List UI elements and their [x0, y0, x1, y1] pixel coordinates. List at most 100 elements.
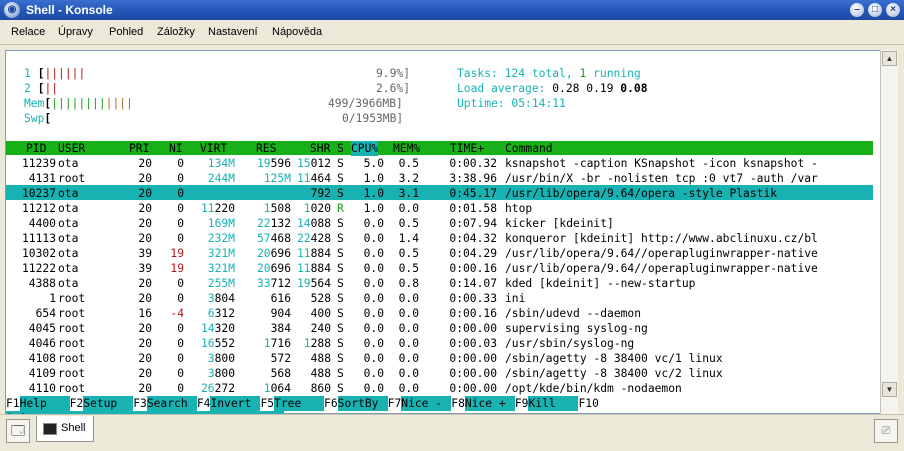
cell-cpu: 5.0 — [363, 157, 384, 170]
cell-cmd: konqueror [kdeinit] http://www.abclinuxu… — [505, 232, 818, 245]
close-tab-icon[interactable]: ⎚ — [874, 419, 898, 443]
cell-virt: 321M — [207, 262, 235, 275]
close-icon[interactable]: × — [886, 3, 900, 17]
cell-time: 0:00.00 — [449, 352, 497, 365]
cell-mem: 0.0 — [398, 322, 419, 335]
cell-shr: 15012 — [296, 157, 331, 170]
title-bar[interactable]: ◉ Shell - Konsole – □ × — [0, 0, 904, 20]
fkey-label-f8[interactable]: Nice + — [464, 396, 515, 411]
fkey-label-f1[interactable]: Help — [19, 396, 70, 411]
col-ni: NI — [169, 142, 183, 155]
cell-pid: 4400 — [28, 217, 56, 230]
process-row[interactable]: 11212 ota 20 0 11220 1508 1020 R 1.0 0.0 0:01.58 ht… — [8, 201, 874, 216]
cell-time: 3:38.96 — [449, 172, 497, 185]
cell-time: 0:00.16 — [449, 307, 497, 320]
process-row[interactable]: 10237 ota 20 0 343M 123M 18792 S 1.0 3.1 0:45.17/u… — [8, 186, 874, 201]
cell-shr: 1288 — [303, 337, 331, 350]
fkey-label-f5[interactable]: Tree — [274, 396, 325, 411]
cell-ni: 0 — [177, 352, 184, 365]
process-row[interactable]: 4110 root 20 0 26272 1064 860 S 0.0 0.0 0:00.00/op… — [8, 381, 874, 396]
process-row[interactable]: 4388 ota 20 0 255M 33712 19564 S 0.0 0.8 0:14.07 kd… — [8, 276, 874, 291]
cell-ni: 0 — [177, 217, 184, 230]
cell-pid: 11239 — [21, 157, 56, 170]
maximize-icon[interactable]: □ — [868, 3, 882, 17]
cell-cpu: 0.0 — [363, 262, 384, 275]
cell-pid: 4046 — [28, 337, 56, 350]
fkey-label-f6[interactable]: SortBy — [337, 396, 388, 411]
cell-res: 20696 — [256, 247, 291, 260]
fkey-f3[interactable]: F3 — [133, 397, 147, 410]
cell-virt: 343M — [207, 187, 235, 200]
cell-pri: 20 — [138, 382, 152, 395]
fkey-label-f3[interactable]: Search — [146, 396, 197, 411]
cell-user: ota — [58, 247, 79, 260]
menu-napoveda[interactable]: Nápověda — [272, 26, 322, 38]
fkey-label-f7[interactable]: Nice - — [401, 396, 452, 411]
cell-shr: 14088 — [296, 217, 331, 230]
process-row[interactable]: 4109 root 20 0 3800 568 488 S 0.0 0.0 0:00.00/sbin… — [8, 366, 874, 381]
cell-ni: 0 — [177, 337, 184, 350]
fkey-f10[interactable]: F10 — [578, 397, 598, 410]
process-row[interactable]: 4400 ota 20 0 169M 22132 14088 S 0.0 0.5 0:07.94 ki… — [8, 216, 874, 231]
cell-virt: 3800 — [207, 352, 235, 365]
tab-shell[interactable]: Shell — [36, 416, 94, 442]
cell-shr: 400 — [310, 307, 331, 320]
process-row[interactable]: 654 root 16 -4 6312 904 400 S 0.0 0.0 0:00.16/sbin… — [8, 306, 874, 321]
cell-user: root — [58, 307, 86, 320]
fkey-f9[interactable]: F9 — [515, 397, 529, 410]
cell-shr: 240 — [310, 322, 331, 335]
cell-user: root — [58, 292, 86, 305]
cell-cmd: ksnapshot -caption KSnapshot -icon ksnap… — [505, 157, 818, 170]
fkey-f5[interactable]: F5 — [260, 397, 274, 410]
cell-cpu: 1.0 — [363, 202, 384, 215]
menu-relace[interactable]: Relace — [11, 26, 45, 38]
cell-ni: 0 — [177, 202, 184, 215]
terminal-scrollbar[interactable]: ▲ ▼ — [880, 50, 898, 414]
fkey-label-f4[interactable]: Invert — [210, 396, 261, 411]
cell-time: 0:14.07 — [449, 277, 497, 290]
fkey-f2[interactable]: F2 — [70, 397, 84, 410]
minimize-icon[interactable]: – — [850, 3, 864, 17]
process-row[interactable]: 11222 ota 39 19 321M 20696 11884 S 0.0 0.5 0:00.16… — [8, 261, 874, 276]
cell-cmd: /sbin/agetty -8 38400 vc/1 linux — [505, 352, 723, 365]
process-row[interactable]: 4046 root 20 0 16552 1716 1288 S 0.0 0.0 0:00.03/u… — [8, 336, 874, 351]
cell-user: ota — [58, 277, 79, 290]
fkey-f6[interactable]: F6 — [324, 397, 338, 410]
fkey-f7[interactable]: F7 — [388, 397, 402, 410]
scroll-down-icon[interactable]: ▼ — [882, 382, 897, 397]
konsole-app-icon[interactable]: ◉ — [4, 2, 20, 18]
cell-s: S — [337, 187, 344, 200]
scroll-up-icon[interactable]: ▲ — [882, 51, 897, 66]
process-row[interactable]: 10302 ota 39 19 321M 20696 11884 S 0.0 0.5 0:04.29… — [8, 246, 874, 261]
fkey-f1[interactable]: F1 — [6, 397, 20, 410]
new-session-icon[interactable]: 🗔 — [6, 419, 30, 443]
cell-time: 0:04.32 — [449, 232, 497, 245]
process-row[interactable]: 1 root 20 0 3804 616 528 S 0.0 0.0 0:00.33 ini — [8, 291, 874, 306]
process-row[interactable]: 4131 root 20 0 244M 125M 11464 S 1.0 3.2 3:38.96/u… — [8, 171, 874, 186]
cell-res: 904 — [270, 307, 291, 320]
menu-pohled[interactable]: Pohled — [109, 26, 143, 38]
fkey-label-f9[interactable]: Kill — [528, 396, 579, 411]
menu-zalozky[interactable]: Záložky — [157, 26, 195, 38]
cell-pri: 20 — [138, 352, 152, 365]
menu-upravy[interactable]: Úpravy — [58, 26, 93, 38]
process-row[interactable]: 11113 ota 20 0 232M 57468 22428 S 0.0 1.4 0:04.32 k… — [8, 231, 874, 246]
fkey-label-f2[interactable]: Setup — [83, 396, 134, 411]
menu-nastaveni[interactable]: Nastavení — [208, 26, 258, 38]
col-shr: SHR — [310, 142, 331, 155]
process-row[interactable]: 4108 root 20 0 3800 572 488 S 0.0 0.0 0:00.00/sbin… — [8, 351, 874, 366]
cell-cpu: 0.0 — [363, 247, 384, 260]
cell-cpu: 0.0 — [363, 382, 384, 395]
cell-time: 0:00.00 — [449, 322, 497, 335]
uptime: Uptime: 05:14:11 — [457, 97, 566, 110]
process-row[interactable]: 4045 root 20 0 14320 384 240 S 0.0 0.0 0:00.00 supe… — [8, 321, 874, 336]
cell-ni: 0 — [177, 187, 184, 200]
cell-mem: 0.8 — [398, 277, 419, 290]
process-row[interactable]: 11239 ota 20 0 134M 19596 15012 S 5.0 0.5 0:00.32 k… — [8, 156, 874, 171]
fkey-f4[interactable]: F4 — [197, 397, 211, 410]
fkey-f8[interactable]: F8 — [451, 397, 465, 410]
cell-cpu: 0.0 — [363, 277, 384, 290]
cell-virt: 134M — [207, 157, 235, 170]
tasks-summary: Tasks: 124 total, 1 running — [457, 67, 641, 80]
cell-pid: 11212 — [21, 202, 56, 215]
